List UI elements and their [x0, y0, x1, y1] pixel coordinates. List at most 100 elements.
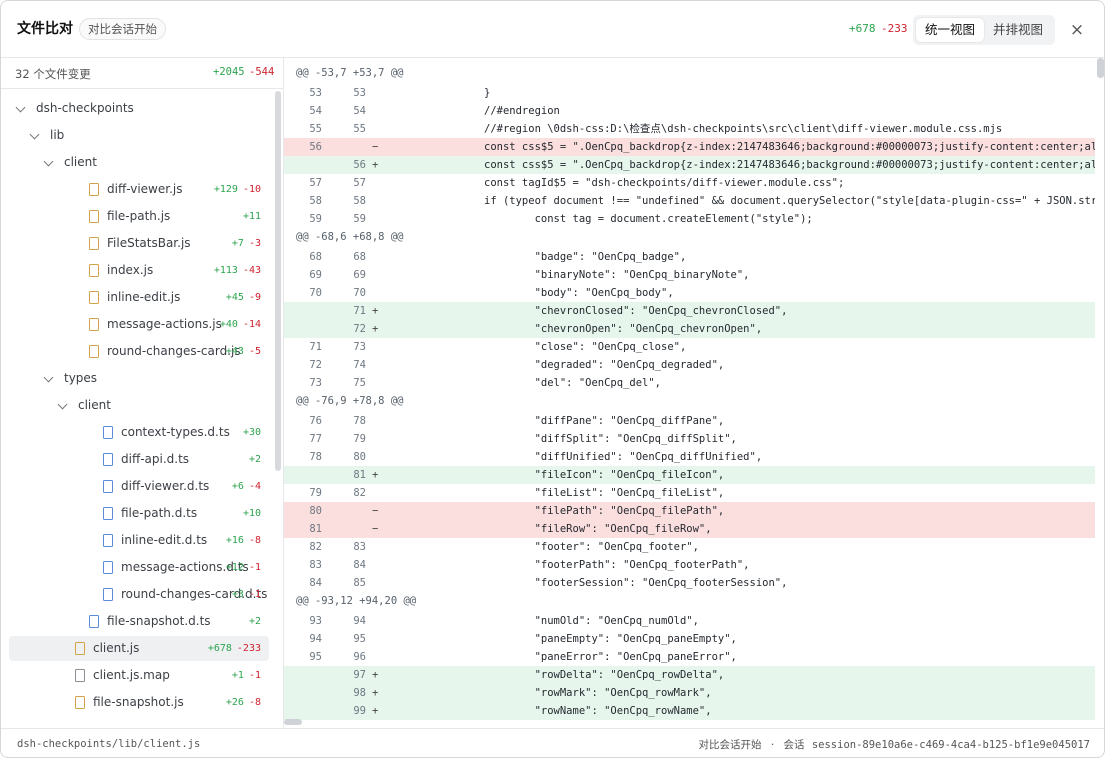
old-line-number: 54: [309, 105, 322, 117]
tree-file[interactable]: inline-edit.d.ts +16 -8: [9, 528, 269, 553]
file-change-stats: +6 -4: [232, 474, 261, 499]
split-view-button[interactable]: 并排视图: [984, 18, 1052, 42]
code-text: "rowMark": "OenCpq_rowMark",: [484, 687, 712, 699]
tree-file[interactable]: index.js +113 -43: [9, 258, 269, 283]
tree-file[interactable]: file-path.js +11: [9, 204, 269, 229]
tree-item-label: types: [64, 371, 98, 385]
file-additions: +12: [225, 562, 244, 573]
file-change-stats: +16 -8: [226, 528, 261, 553]
diff-horizontal-scrollbar[interactable]: [284, 719, 302, 725]
tree-file[interactable]: client.js.map +1 -1: [9, 663, 269, 688]
chevron-down-icon[interactable]: [57, 399, 68, 410]
tree-item-label: diff-viewer.js: [107, 182, 183, 196]
dialog-header: 文件比对 对比会话开始 +678 -233 统一视图 并排视图 ×: [1, 1, 1104, 58]
tree-item-label: lib: [50, 128, 65, 142]
chevron-down-icon[interactable]: [15, 102, 26, 113]
sidebar-scrollbar[interactable]: [275, 91, 281, 471]
tree-file[interactable]: file-snapshot.js +26 -8: [9, 690, 269, 715]
file-change-stats: +10: [243, 501, 261, 526]
tree-file[interactable]: client.js +678 -233: [9, 636, 269, 661]
diff-vertical-scrollbar[interactable]: [1095, 58, 1104, 728]
tree-folder[interactable]: lib: [9, 123, 269, 148]
sidebar-deletions: -544: [249, 66, 275, 78]
unified-view-button[interactable]: 统一视图: [916, 18, 984, 42]
context-line: 82 83 "footer": "OenCpq_footer",: [284, 538, 1095, 556]
tree-file[interactable]: context-types.d.ts +30: [9, 420, 269, 445]
close-icon[interactable]: ×: [1067, 20, 1087, 40]
old-line-number: 94: [309, 633, 322, 645]
tree-file[interactable]: diff-api.d.ts +2: [9, 447, 269, 472]
file-additions: +129: [213, 184, 238, 195]
tree-file[interactable]: file-snapshot.d.ts +2: [9, 609, 269, 634]
code-text: const tagId$5 = "dsh-checkpoints/diff-vi…: [484, 177, 845, 189]
file-change-stats: +2: [249, 609, 261, 634]
context-line: 54 54 //#endregion: [284, 102, 1095, 120]
tree-file[interactable]: diff-viewer.js +129 -10: [9, 177, 269, 202]
old-line-number: 69: [309, 269, 322, 281]
file-list-sidebar: 32 个文件变更 +2045 -544 dsh-checkpoints lib cl…: [1, 58, 284, 728]
deleted-line: 80 − "filePath": "OenCpq_filePath",: [284, 502, 1095, 520]
code-text: "fileRow": "OenCpq_fileRow",: [484, 523, 712, 535]
new-line-number: 78: [353, 415, 366, 427]
file-compare-dialog: 文件比对 对比会话开始 +678 -233 统一视图 并排视图 × 32 个文件…: [0, 0, 1105, 758]
old-line-number: 55: [309, 123, 322, 135]
code-text: "numOld": "OenCpq_numOld",: [484, 615, 699, 627]
tree-file[interactable]: round-changes-card.d.ts +3 -1: [9, 582, 269, 607]
hunk-header: @@ -68,6 +68,8 @@: [284, 228, 1095, 246]
ts-file-icon: [103, 588, 113, 601]
view-mode-toggle: 统一视图 并排视图: [913, 15, 1055, 45]
sidebar-additions: +2045: [213, 66, 245, 78]
plus-marker: +: [372, 669, 379, 681]
file-deletions: -10: [242, 184, 261, 195]
tree-file[interactable]: diff-viewer.d.ts +6 -4: [9, 474, 269, 499]
context-line: 84 85 "footerSession": "OenCpq_footerSess…: [284, 574, 1095, 592]
file-deletions: -1: [248, 670, 261, 681]
chevron-down-icon[interactable]: [43, 156, 54, 167]
tree-folder[interactable]: client: [9, 150, 269, 175]
tree-file[interactable]: inline-edit.js +45 -9: [9, 285, 269, 310]
new-line-number: 85: [353, 577, 366, 589]
code-text: if (typeof document !== "undefined" && d…: [484, 195, 1095, 207]
code-text: "paneError": "OenCpq_paneError",: [484, 651, 737, 663]
chevron-down-icon[interactable]: [29, 129, 40, 140]
tree-file[interactable]: message-actions.d.ts +12 -1: [9, 555, 269, 580]
tree-folder[interactable]: client: [9, 393, 269, 418]
ts-file-icon: [103, 507, 113, 520]
file-additions: +2: [248, 454, 261, 465]
diff-scroll-thumb[interactable]: [1097, 58, 1104, 78]
new-line-number: 53: [353, 87, 366, 99]
context-line: 78 80 "diffUnified": "OenCpq_diffUnified"…: [284, 448, 1095, 466]
old-line-number: 71: [309, 341, 322, 353]
code-text: "footerPath": "OenCpq_footerPath",: [484, 559, 750, 571]
hunk-header: @@ -53,7 +53,7 @@: [284, 64, 1095, 82]
file-additions: +40: [219, 319, 238, 330]
new-line-number: 94: [353, 615, 366, 627]
tree-folder[interactable]: types: [9, 366, 269, 391]
tree-file[interactable]: FileStatsBar.js +7 -3: [9, 231, 269, 256]
new-line-number: 75: [353, 377, 366, 389]
code-text: "diffUnified": "OenCpq_diffUnified",: [484, 451, 763, 463]
js-file-icon: [75, 642, 85, 655]
plus-marker: +: [372, 687, 379, 699]
hunk-range: @@ -68,6 +68,8 @@: [296, 231, 404, 243]
ts-file-icon: [89, 615, 99, 628]
context-line: 94 95 "paneEmpty": "OenCpq_paneEmpty",: [284, 630, 1095, 648]
old-line-number: 80: [309, 505, 322, 517]
chevron-down-icon[interactable]: [43, 372, 54, 383]
file-additions: +7: [231, 238, 244, 249]
tree-item-label: message-actions.js: [107, 317, 222, 331]
code-text: "badge": "OenCpq_badge",: [484, 251, 687, 263]
context-line: 57 57 const tagId$5 = "dsh-checkpoints/dif…: [284, 174, 1095, 192]
code-text: "chevronOpen": "OenCpq_chevronOpen",: [484, 323, 763, 335]
file-additions: +43: [225, 346, 244, 357]
file-deletions: -14: [242, 319, 261, 330]
map-file-icon: [75, 669, 85, 682]
tree-folder[interactable]: dsh-checkpoints: [9, 96, 269, 121]
old-line-number: 93: [309, 615, 322, 627]
new-line-number: 56: [353, 159, 366, 171]
tree-file[interactable]: file-path.d.ts +10: [9, 501, 269, 526]
tree-file[interactable]: round-changes-card.js +43 -5: [9, 339, 269, 364]
new-line-number: 54: [353, 105, 366, 117]
code-text: "degraded": "OenCpq_degraded",: [484, 359, 725, 371]
tree-file[interactable]: message-actions.js +40 -14: [9, 312, 269, 337]
